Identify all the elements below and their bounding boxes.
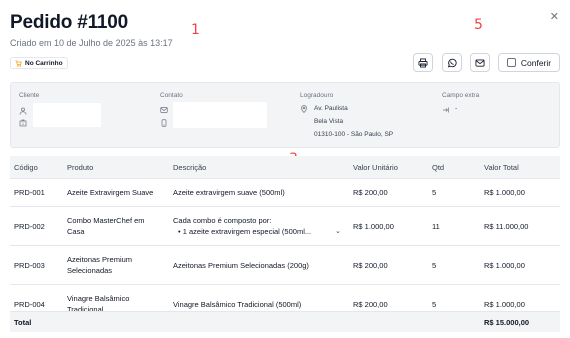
row-qty: 11 [432, 222, 440, 231]
address-street: Av. Paulista [314, 105, 348, 112]
row-total: R$ 1.000,00 [484, 300, 525, 309]
table-row: PRD-003 Azeitonas Premium Selecionadas A… [10, 246, 560, 285]
row-product: Azeitonas Premium Selecionadas [67, 255, 133, 275]
contact-info-redacted [173, 102, 267, 128]
col-header-description: Descrição [173, 163, 207, 172]
annotation-marker-1: 1 [191, 22, 200, 38]
address-city: 01310-100 - São Paulo, SP [314, 131, 394, 138]
row-qty: 5 [432, 188, 437, 197]
chevron-down-icon[interactable]: ⌄ [335, 227, 341, 235]
row-product: Azeite Extravirgem Suave [67, 188, 154, 197]
annotation-marker-5: 5 [474, 17, 483, 33]
address-label: Logradouro [300, 92, 334, 99]
confirm-button[interactable]: Conferir [498, 53, 560, 72]
client-info-redacted [33, 103, 101, 127]
row-code: PRD-001 [14, 188, 45, 197]
col-header-total: Valor Total [484, 163, 519, 172]
client-label: Cliente [19, 92, 40, 99]
mail-icon [475, 58, 485, 67]
total-value: R$ 15.000,00 [484, 318, 530, 327]
row-description: Azeitonas Premium Selecionadas (200g) [173, 261, 309, 270]
email-button[interactable] [470, 53, 490, 72]
order-info-panel: Cliente Contato Logradouro Av. Paulista … [10, 82, 560, 148]
description-intro: Cada combo é composto por: [173, 216, 272, 225]
row-unit-price: R$ 1.000,00 [353, 222, 394, 231]
row-total: R$ 1.000,00 [484, 188, 525, 197]
row-qty: 5 [432, 261, 437, 270]
col-header-qty: Qtd [432, 163, 445, 172]
extra-field-label: Campo extra [442, 92, 480, 99]
status-badge-label: No Carrinho [25, 59, 63, 67]
close-icon[interactable]: ✕ [550, 10, 559, 23]
row-description: Cada combo é composto por: • 1 azeite ex… [173, 215, 333, 237]
whatsapp-button[interactable] [442, 53, 462, 72]
total-label: Total [14, 318, 32, 327]
total-row: Total R$ 15.000,00 [10, 311, 560, 332]
user-icon [19, 107, 27, 115]
row-unit-price: R$ 200,00 [353, 300, 388, 309]
print-button[interactable] [413, 53, 433, 72]
row-unit-price: R$ 200,00 [353, 188, 388, 197]
map-pin-icon [301, 105, 307, 113]
description-list-item: 1 azeite extravirgem especial (500ml... [182, 227, 312, 236]
created-at-text: Criado em 10 de Julho de 2025 às 13:17 [10, 38, 173, 48]
row-code: PRD-004 [14, 300, 45, 309]
row-total: R$ 1.000,00 [484, 261, 525, 270]
address-district: Bela Vista [314, 118, 344, 125]
table-row: PRD-002 Combo MasterChef em Casa Cada co… [10, 207, 560, 246]
whatsapp-icon [447, 58, 457, 67]
description-list: • 1 azeite extravirgem especial (500ml..… [178, 227, 312, 236]
row-unit-price: R$ 200,00 [353, 261, 388, 270]
phone-icon [161, 119, 167, 127]
building-icon [19, 119, 27, 127]
col-header-code: Código [14, 163, 38, 172]
contact-label: Contato [160, 92, 183, 99]
confirm-checkbox[interactable] [506, 58, 516, 67]
cart-icon [15, 60, 22, 67]
row-description: Vinagre Balsâmico Tradicional (500ml) [173, 300, 302, 309]
order-items-table: Código Produto Descrição Valor Unitário … [10, 156, 560, 332]
confirm-label: Conferir [520, 57, 552, 68]
table-header: Código Produto Descrição Valor Unitário … [10, 156, 560, 179]
enter-arrow-icon [443, 107, 449, 113]
col-header-product: Produto [67, 163, 94, 172]
status-badge: No Carrinho [10, 57, 68, 69]
table-row: PRD-001 Azeite Extravirgem Suave Azeite … [10, 179, 560, 207]
row-total: R$ 11.000,00 [484, 222, 529, 231]
row-code: PRD-002 [14, 222, 45, 231]
row-qty: 5 [432, 300, 437, 309]
col-header-unit-price: Valor Unitário [353, 163, 398, 172]
extra-field-value: - [455, 105, 458, 112]
printer-icon [418, 58, 428, 67]
mail-icon [160, 107, 168, 113]
row-code: PRD-003 [14, 261, 45, 270]
page-title: Pedido #1100 [10, 12, 129, 33]
row-description: Azeite extravirgem suave (500ml) [173, 188, 285, 197]
row-product: Combo MasterChef em Casa [67, 216, 145, 236]
